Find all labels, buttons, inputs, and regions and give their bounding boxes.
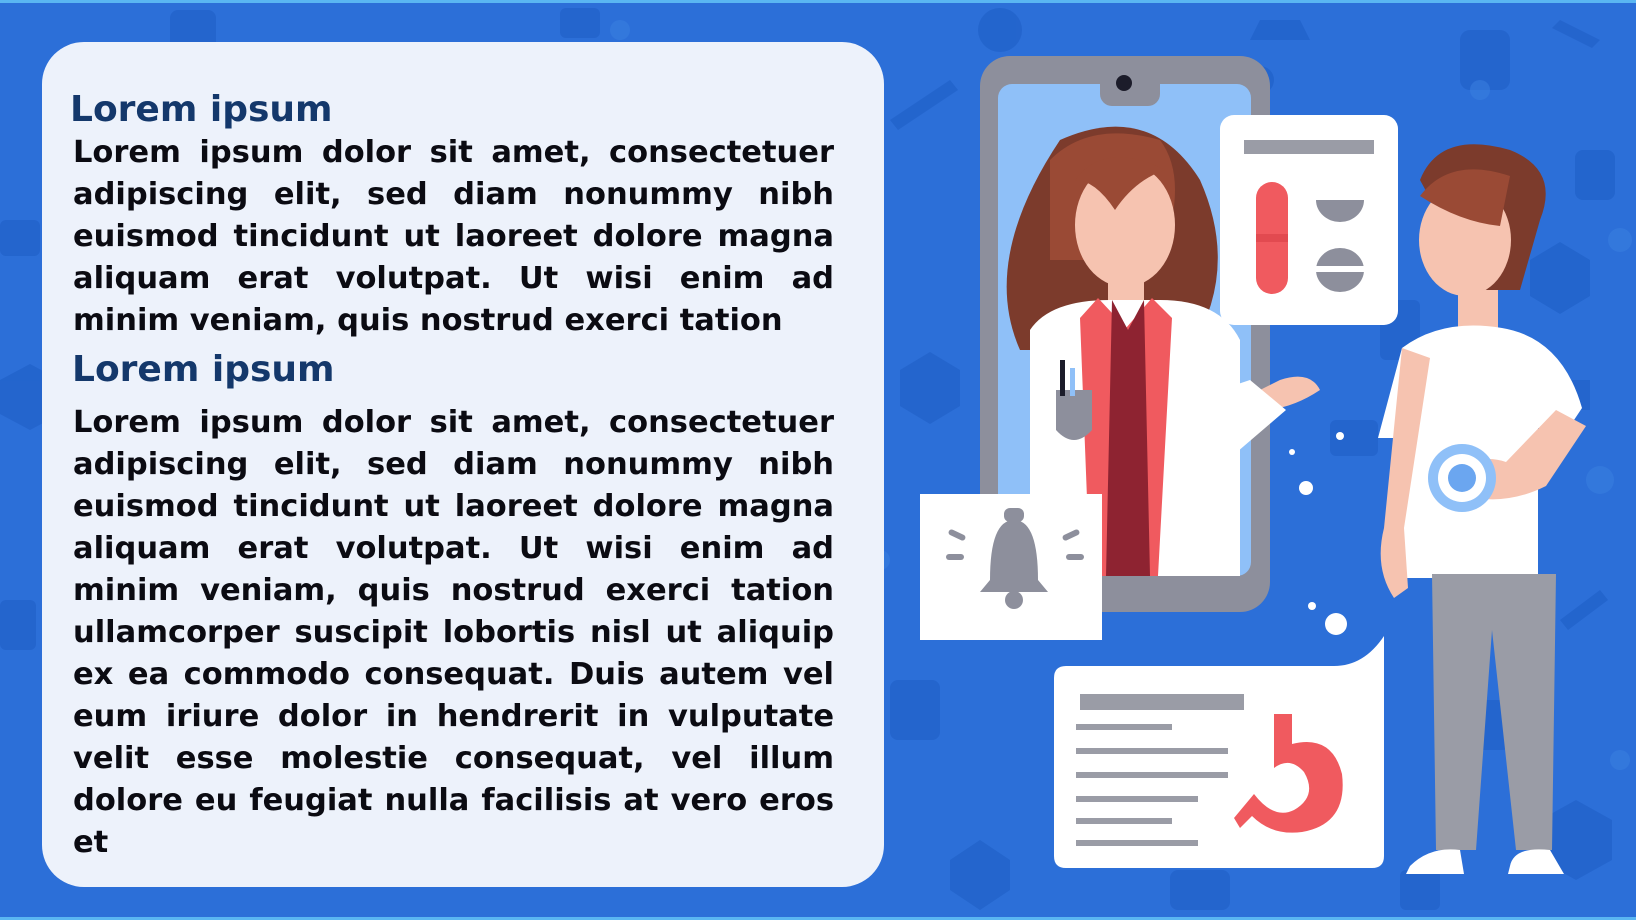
notification-card <box>920 494 1102 640</box>
telemedicine-illustration <box>920 56 1586 874</box>
medication-card <box>1220 115 1398 325</box>
decorative-dots <box>1289 432 1347 635</box>
patient-figure <box>1378 144 1586 874</box>
camera-icon <box>1116 75 1132 91</box>
slide: Lorem ipsum Lorem ipsum dolor sit amet, … <box>0 0 1636 920</box>
report-card <box>1054 636 1384 868</box>
